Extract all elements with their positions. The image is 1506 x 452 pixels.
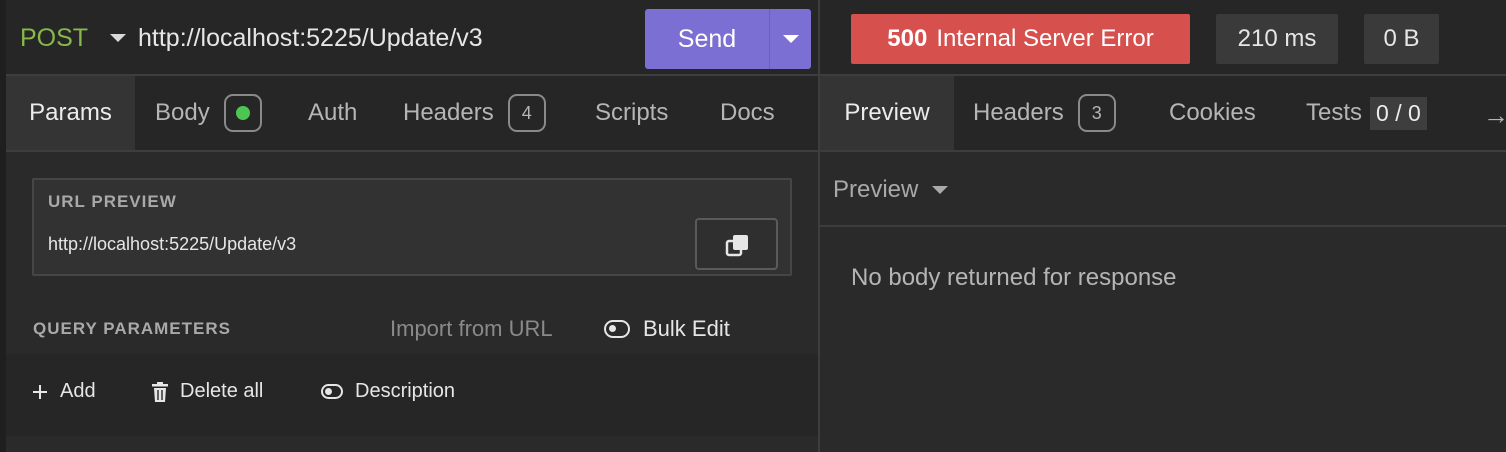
tab-tests[interactable]: Tests 0 / 0 xyxy=(1306,76,1427,150)
tab-preview[interactable]: Preview xyxy=(820,76,954,150)
url-input[interactable]: http://localhost:5225/Update/v3 xyxy=(138,24,483,53)
send-button[interactable]: Send xyxy=(645,9,769,69)
delete-all-button[interactable]: Delete all xyxy=(152,380,263,403)
preview-divider xyxy=(820,225,1506,227)
query-parameters-actions: Add Delete all Description xyxy=(6,354,818,436)
tab-label: Params xyxy=(29,99,112,126)
chevron-down-icon xyxy=(932,186,949,194)
description-toggle[interactable]: Description xyxy=(321,380,455,403)
description-label: Description xyxy=(355,380,456,402)
tab-label: Headers xyxy=(973,99,1064,126)
preview-mode-dropdown[interactable]: Preview xyxy=(833,176,949,204)
copy-icon xyxy=(725,235,748,257)
request-url-bar: POST http://localhost:5225/Update/v3 Sen… xyxy=(6,0,818,76)
tab-auth[interactable]: Auth xyxy=(308,76,357,150)
send-button-group: Send xyxy=(645,9,811,69)
response-status-bar: 500 Internal Server Error 210 ms 0 B xyxy=(820,0,1506,76)
toggle-icon xyxy=(321,384,343,399)
preview-mode-label: Preview xyxy=(833,176,919,203)
tab-label: Scripts xyxy=(595,99,669,126)
http-method-label[interactable]: POST xyxy=(20,24,88,53)
url-preview-panel: URL PREVIEW http://localhost:5225/Update… xyxy=(32,178,792,276)
import-from-url-button[interactable]: Import from URL xyxy=(390,316,553,342)
send-options-chevron-icon[interactable] xyxy=(770,9,811,69)
copy-url-button[interactable] xyxy=(695,218,778,270)
url-preview-value: http://localhost:5225/Update/v3 xyxy=(48,234,297,254)
bulk-edit-label: Bulk Edit xyxy=(643,316,730,341)
headers-count-badge: 4 xyxy=(507,94,546,132)
app-window: POST http://localhost:5225/Update/v3 Sen… xyxy=(0,0,1506,452)
tab-cookies[interactable]: Cookies xyxy=(1169,76,1256,150)
add-parameter-button[interactable]: Add xyxy=(32,380,96,403)
tests-result-badge: 0 / 0 xyxy=(1370,96,1427,130)
arrow-right-icon[interactable]: → xyxy=(1483,100,1506,131)
body-status-badge xyxy=(223,94,262,132)
tab-params[interactable]: Params xyxy=(6,76,135,150)
chevron-down-icon[interactable] xyxy=(110,34,126,42)
tab-body[interactable]: Body xyxy=(155,76,262,150)
tab-response-headers[interactable]: Headers 3 xyxy=(973,76,1116,150)
tab-label: Cookies xyxy=(1169,99,1256,126)
response-size: 0 B xyxy=(1364,14,1439,64)
response-time: 210 ms xyxy=(1216,14,1338,64)
tab-label: Headers xyxy=(403,99,494,126)
tab-scripts[interactable]: Scripts xyxy=(595,76,668,150)
response-headers-count-badge: 3 xyxy=(1077,94,1116,132)
query-parameters-title: QUERY PARAMETERS xyxy=(33,319,231,338)
request-pane: POST http://localhost:5225/Update/v3 Sen… xyxy=(0,0,818,452)
tab-label: Auth xyxy=(308,99,358,126)
plus-icon xyxy=(32,384,48,400)
tab-headers[interactable]: Headers 4 xyxy=(403,76,546,150)
url-preview-title: URL PREVIEW xyxy=(48,192,177,211)
response-tabs: Preview Headers 3 Cookies Tests 0 / 0 xyxy=(820,76,1506,152)
green-dot-icon xyxy=(235,106,250,120)
status-text: Internal Server Error xyxy=(936,25,1154,52)
tab-docs[interactable]: Docs xyxy=(720,76,775,150)
delete-all-label: Delete all xyxy=(180,380,264,402)
toggle-icon xyxy=(604,320,630,338)
add-label: Add xyxy=(60,380,96,402)
tab-label: Body xyxy=(155,99,210,126)
tab-label: Docs xyxy=(720,99,775,126)
status-badge: 500 Internal Server Error xyxy=(851,14,1190,64)
bulk-edit-toggle[interactable]: Bulk Edit xyxy=(604,316,730,342)
status-code: 500 xyxy=(887,25,928,52)
response-pane: 500 Internal Server Error 210 ms 0 B Pre… xyxy=(820,0,1506,452)
empty-response-message: No body returned for response xyxy=(851,264,1177,291)
request-tabs: Params Body Auth Headers 4 Scripts Docs xyxy=(6,76,818,152)
tab-label: Preview xyxy=(844,99,930,126)
trash-icon xyxy=(152,381,168,402)
tab-label: Tests xyxy=(1306,99,1363,126)
